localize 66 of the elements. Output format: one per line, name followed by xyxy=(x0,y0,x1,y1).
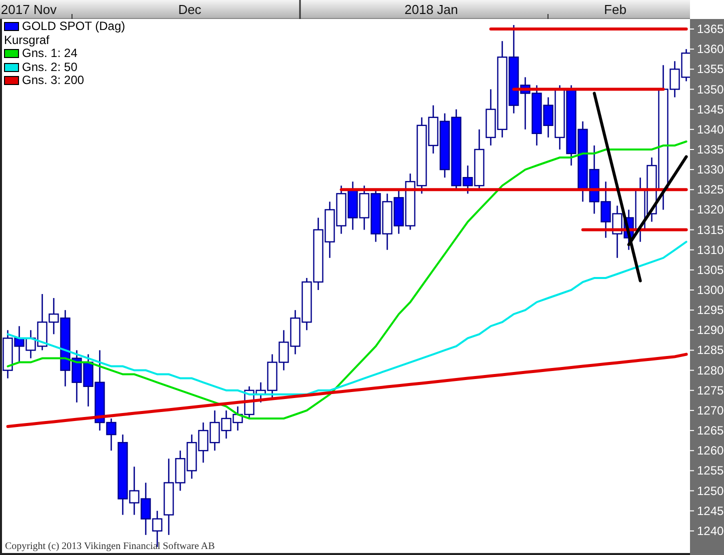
candle-body xyxy=(164,482,174,516)
candle-wick xyxy=(283,330,284,370)
price-label: 1265 xyxy=(697,424,724,438)
price-label: 1340 xyxy=(697,122,724,136)
candle-body xyxy=(302,281,312,323)
price-label: 1320 xyxy=(697,202,724,217)
price-label: 1245 xyxy=(697,504,724,518)
legend-label: Gns. 3: 200 xyxy=(22,74,84,88)
candle-wick xyxy=(226,410,227,439)
price-label: 1305 xyxy=(697,262,724,277)
candle-wick xyxy=(237,406,238,431)
candle-body xyxy=(290,318,300,347)
month-label: 2017 Nov xyxy=(0,2,57,17)
candle-wick xyxy=(616,206,618,258)
candle-wick xyxy=(605,182,606,238)
price-label: 1350 xyxy=(697,82,724,96)
price-label: 1330 xyxy=(697,162,724,177)
price-label: 1325 xyxy=(697,182,724,197)
candle-wick xyxy=(214,410,216,451)
price-label: 1240 xyxy=(697,524,724,538)
legend-label: Gns. 2: 50 xyxy=(22,60,78,74)
candle-wick xyxy=(548,97,549,138)
legend-label: Gns. 1: 24 xyxy=(22,47,78,60)
price-label: 1315 xyxy=(697,222,724,237)
copyright-text: Copyright (c) 2013 Vikingen Financial Software AB xyxy=(5,541,215,552)
price-label: 1270 xyxy=(697,403,724,418)
month-label: Feb xyxy=(604,2,626,17)
candle-body xyxy=(566,88,576,154)
price-label: 1285 xyxy=(697,343,724,358)
candle-wick xyxy=(145,482,146,535)
price-label: 1255 xyxy=(697,464,724,478)
candle-body xyxy=(278,342,289,363)
candle-wick xyxy=(467,166,468,194)
price-label: 1360 xyxy=(697,42,724,56)
candle-body xyxy=(198,430,208,452)
candle-wick xyxy=(202,422,204,463)
candle-body xyxy=(348,189,358,218)
price-label: 1280 xyxy=(697,363,724,378)
price-label: 1335 xyxy=(697,142,724,156)
price-label: 1300 xyxy=(697,283,724,297)
candle-wick xyxy=(30,330,32,358)
candle-wick xyxy=(524,77,526,130)
price-label: 1275 xyxy=(697,383,724,398)
legend-heading: Kursgraf xyxy=(4,34,50,47)
price-label: 1260 xyxy=(697,444,724,458)
candle-wick xyxy=(18,326,20,362)
price-label: 1295 xyxy=(697,303,724,318)
price-label: 1345 xyxy=(697,102,724,116)
price-label: 1250 xyxy=(697,484,724,498)
candle-wick xyxy=(156,510,158,547)
candle-body xyxy=(382,201,392,234)
candle-wick xyxy=(260,382,262,402)
month-label: 2018 Jan xyxy=(404,2,458,17)
candle-wick xyxy=(674,61,676,98)
price-label: 1310 xyxy=(697,242,724,257)
price-label: 1290 xyxy=(697,323,724,338)
candle-wick xyxy=(134,466,135,515)
price-label: 1355 xyxy=(697,62,724,76)
legend-label: GOLD SPOT (Dag) xyxy=(22,20,126,34)
candle-body xyxy=(186,442,197,472)
price-label: 1365 xyxy=(697,22,724,36)
candle-body xyxy=(336,193,346,226)
candle-wick xyxy=(53,298,54,334)
candle-body xyxy=(175,458,186,484)
candle-wick xyxy=(110,418,112,451)
month-label: Dec xyxy=(178,2,202,17)
